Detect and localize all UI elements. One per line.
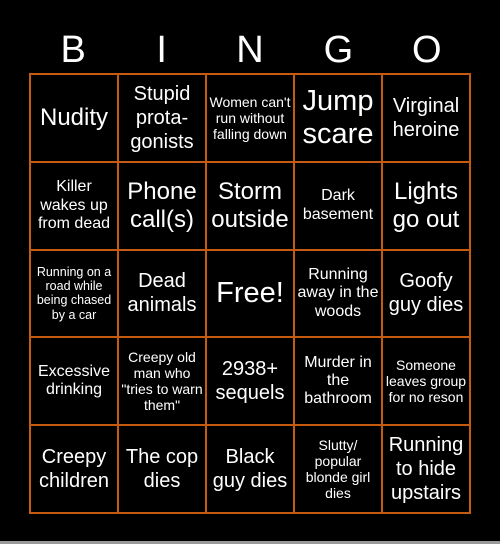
bingo-cell[interactable]: Nudity xyxy=(30,74,118,162)
bingo-cell[interactable]: The cop dies xyxy=(118,425,206,513)
bingo-cell[interactable]: Goofy guy dies xyxy=(382,249,470,338)
bingo-cell[interactable]: Running away in the woods xyxy=(294,249,382,338)
header-letter-b: B xyxy=(60,29,86,71)
bingo-cell[interactable]: Storm outside xyxy=(206,161,294,250)
bingo-cell[interactable]: Excessive drinking xyxy=(30,337,118,426)
bingo-cell[interactable]: Running on a road while being chased by … xyxy=(30,249,118,338)
header-letter-g: G xyxy=(323,29,354,71)
bingo-cell[interactable]: Virginal heroine xyxy=(382,74,470,162)
bingo-cell[interactable]: Creepy children xyxy=(30,425,118,513)
bingo-header: B I N G O xyxy=(29,28,471,72)
bingo-cell[interactable]: Lights go out xyxy=(382,161,470,250)
bingo-cell[interactable]: Creepy old man who "tries to warn them" xyxy=(118,337,206,426)
header-letter-o: O xyxy=(412,29,442,71)
bingo-cell[interactable]: Slutty/ popular blonde girl dies xyxy=(294,425,382,513)
bingo-cell[interactable]: Running to hide upstairs xyxy=(382,425,470,513)
bingo-cell[interactable]: Phone call(s) xyxy=(118,161,206,250)
bingo-cell[interactable]: Stupid prota-gonists xyxy=(118,74,206,162)
header-letter-i: I xyxy=(156,29,167,71)
bingo-cell[interactable]: Someone leaves group for no reson xyxy=(382,337,470,426)
bingo-grid: Nudity Stupid prota-gonists Women can't … xyxy=(29,73,471,514)
bingo-cell[interactable]: 2938+ sequels xyxy=(206,337,294,426)
bingo-cell[interactable]: Women can't run without falling down xyxy=(206,74,294,162)
bingo-cell[interactable]: Dark basement xyxy=(294,161,382,250)
bingo-cell[interactable]: Black guy dies xyxy=(206,425,294,513)
bingo-cell[interactable]: Killer wakes up from dead xyxy=(30,161,118,250)
header-letter-n: N xyxy=(236,29,264,71)
free-space-cell[interactable]: Free! xyxy=(206,249,294,338)
bingo-cell[interactable]: Jump scare xyxy=(294,74,382,162)
bingo-cell[interactable]: Dead animals xyxy=(118,249,206,338)
bingo-cell[interactable]: Murder in the bathroom xyxy=(294,337,382,426)
